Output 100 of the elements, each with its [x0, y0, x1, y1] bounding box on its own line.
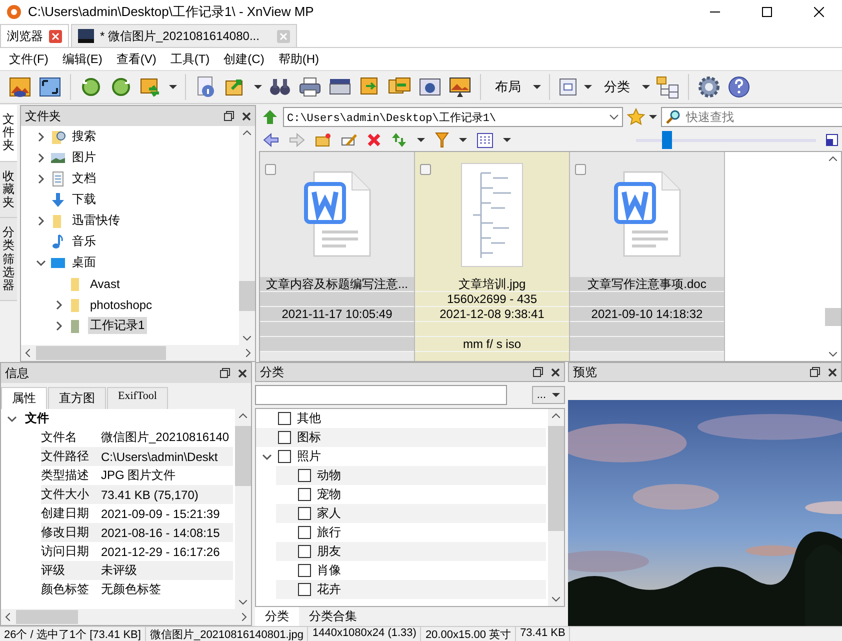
- zoom-slider[interactable]: [662, 131, 672, 149]
- checkbox[interactable]: [278, 431, 291, 444]
- filter-icon[interactable]: [435, 132, 449, 148]
- settings-icon[interactable]: [697, 75, 721, 99]
- thumbnail-grid-icon[interactable]: [477, 132, 493, 148]
- path-field[interactable]: C:\Users\admin\Desktop\工作记录1\: [283, 107, 623, 127]
- dropdown-caret-icon[interactable]: [649, 114, 657, 120]
- scrollbar-thumb[interactable]: [16, 610, 78, 624]
- folder-item[interactable]: 音乐: [70, 233, 98, 250]
- close-tab-icon[interactable]: [49, 30, 62, 42]
- scroll-left-icon[interactable]: [5, 613, 10, 621]
- folder-item[interactable]: Avast: [88, 276, 122, 290]
- checkbox[interactable]: [278, 412, 291, 425]
- scrollbar-thumb[interactable]: [239, 280, 255, 310]
- scrollbar-thumb[interactable]: [548, 426, 564, 531]
- menu-item[interactable]: 工具(T): [163, 50, 217, 68]
- side-tab[interactable]: 收藏夹: [0, 162, 17, 218]
- rotate-left-icon[interactable]: [79, 75, 103, 99]
- folder-item[interactable]: 图片: [70, 149, 98, 166]
- more-button[interactable]: ...: [532, 386, 565, 404]
- scroll-up-icon[interactable]: [239, 413, 247, 418]
- folder-tree-icon[interactable]: [656, 75, 680, 99]
- scroll-up-icon[interactable]: [552, 413, 560, 418]
- checkbox[interactable]: [298, 545, 311, 558]
- undock-icon[interactable]: [533, 367, 543, 377]
- scroll-up-icon[interactable]: [829, 156, 837, 161]
- category-button[interactable]: 分类: [598, 78, 636, 96]
- monitor-icon[interactable]: [448, 75, 472, 99]
- parent-folder-icon[interactable]: [261, 108, 279, 126]
- rename-icon[interactable]: [341, 133, 357, 147]
- close-panel-icon[interactable]: [551, 368, 560, 376]
- folder-item[interactable]: 文档: [70, 170, 98, 187]
- document-tab[interactable]: * 微信图片_2021081614080...: [71, 24, 297, 47]
- dropdown-caret-icon[interactable]: [459, 137, 467, 143]
- delete-icon[interactable]: [367, 133, 381, 147]
- checkbox[interactable]: [575, 164, 586, 175]
- dropdown-caret-icon[interactable]: [609, 114, 619, 120]
- scroll-down-icon[interactable]: [829, 352, 837, 357]
- checkbox[interactable]: [298, 507, 311, 520]
- printer-icon[interactable]: [298, 75, 322, 99]
- thumbnail-tile[interactable]: 文章培训.jpg 1560x2699 - 435 2021-12-08 9:38:41 mm f/ s iso: [415, 152, 570, 361]
- sort-icon[interactable]: [391, 132, 407, 148]
- close-panel-icon[interactable]: [828, 368, 837, 376]
- scrollbar-thumb[interactable]: [235, 426, 251, 486]
- panel-tab[interactable]: 直方图: [48, 387, 106, 409]
- dropdown-caret-icon[interactable]: [169, 84, 177, 90]
- folder-item[interactable]: 下载: [70, 191, 98, 208]
- checkbox[interactable]: [298, 583, 311, 596]
- panel-tab[interactable]: 属性: [1, 387, 47, 409]
- folder-item[interactable]: 搜索: [70, 128, 98, 145]
- new-folder-icon[interactable]: [315, 133, 331, 147]
- rotate-right-icon[interactable]: [109, 75, 133, 99]
- checkbox[interactable]: [298, 488, 311, 501]
- back-arrow-icon[interactable]: [263, 133, 279, 147]
- filmstrip-icon[interactable]: [558, 77, 578, 97]
- folder-item[interactable]: 工作记录1: [88, 317, 147, 334]
- scrollbar-thumb[interactable]: [825, 308, 841, 326]
- panel-tab[interactable]: 分类: [255, 607, 299, 626]
- scroll-up-icon[interactable]: [243, 130, 251, 135]
- fullscreen-icon[interactable]: [38, 75, 62, 99]
- close-panel-icon[interactable]: [238, 368, 247, 378]
- undock-icon[interactable]: [220, 368, 230, 378]
- scroll-left-icon[interactable]: [25, 349, 30, 357]
- menu-item[interactable]: 帮助(H): [271, 50, 326, 68]
- document-tab[interactable]: 浏览器: [0, 24, 69, 47]
- menu-item[interactable]: 查看(V): [109, 50, 164, 68]
- checkbox[interactable]: [265, 164, 276, 175]
- dropdown-caret-icon[interactable]: [417, 137, 425, 143]
- folder-item[interactable]: photoshopc: [88, 298, 154, 312]
- scroll-down-icon[interactable]: [552, 597, 560, 602]
- dropdown-caret-icon[interactable]: [533, 84, 541, 90]
- scroll-right-icon[interactable]: [242, 613, 247, 621]
- scrollbar-thumb[interactable]: [36, 346, 166, 360]
- quick-search-field[interactable]: 快速查找: [684, 109, 842, 125]
- menu-item[interactable]: 文件(F): [2, 50, 56, 68]
- thumbnail-tile[interactable]: 文章写作注意事项.doc 2021-09-10 14:18:32: [570, 152, 725, 361]
- checkbox[interactable]: [420, 164, 431, 175]
- menu-item[interactable]: 编辑(E): [55, 50, 110, 68]
- view-image-icon[interactable]: [8, 75, 32, 99]
- scroll-down-icon[interactable]: [243, 336, 251, 341]
- favorite-star-icon[interactable]: [627, 108, 645, 126]
- folder-item[interactable]: 桌面: [70, 254, 98, 271]
- undock-icon[interactable]: [224, 111, 234, 121]
- layout-button[interactable]: 布局: [489, 78, 527, 96]
- thumbnail-tile[interactable]: 文章内容及标题编写注意... 2021-11-17 10:05:49: [260, 152, 415, 361]
- checkbox[interactable]: [278, 450, 291, 463]
- search-box[interactable]: 快速查找: [661, 107, 842, 127]
- view-size-icon[interactable]: [826, 134, 838, 146]
- help-icon[interactable]: [727, 75, 751, 99]
- dropdown-caret-icon[interactable]: [642, 84, 650, 90]
- checkbox[interactable]: [298, 469, 311, 482]
- panel-tab[interactable]: ExifTool: [107, 387, 168, 409]
- side-tab[interactable]: 分类筛选器: [0, 218, 17, 302]
- checkbox[interactable]: [298, 526, 311, 539]
- dropdown-caret-icon[interactable]: [254, 84, 262, 90]
- folder-item[interactable]: 迅雷快传: [70, 212, 122, 229]
- undock-icon[interactable]: [810, 367, 820, 377]
- menu-item[interactable]: 创建(C): [216, 50, 272, 68]
- scroll-right-icon[interactable]: [246, 349, 251, 357]
- category-search-field[interactable]: [255, 385, 507, 405]
